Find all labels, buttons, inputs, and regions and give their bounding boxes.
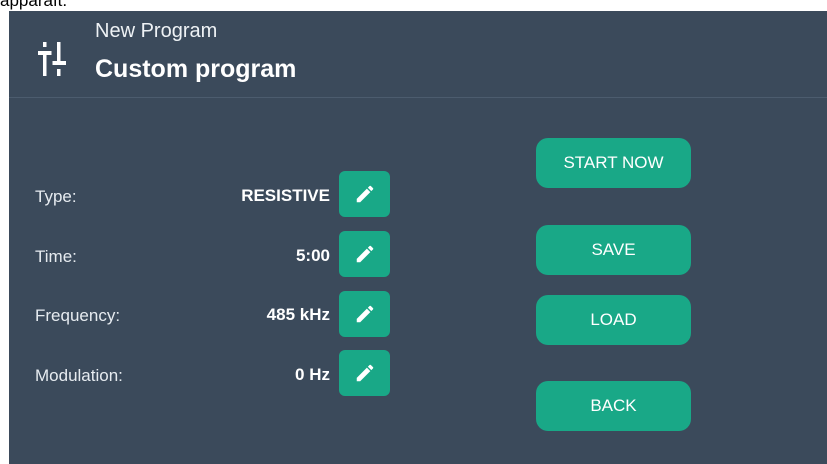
edit-modulation-button[interactable] bbox=[339, 350, 390, 396]
page-title: Custom program bbox=[95, 55, 297, 83]
edit-frequency-button[interactable] bbox=[339, 291, 390, 337]
time-value: 5:00 bbox=[295, 246, 330, 265]
modulation-label: Modulation: bbox=[35, 366, 123, 385]
edit-time-button[interactable] bbox=[339, 231, 390, 277]
pencil-icon bbox=[356, 245, 373, 263]
header-subtitle: New Program bbox=[95, 20, 218, 42]
start-now-button[interactable]: START NOW bbox=[536, 138, 691, 188]
program-screen: New Program Custom program Type: RESISTI… bbox=[9, 11, 827, 464]
time-label: Time: bbox=[35, 247, 77, 266]
header-divider bbox=[9, 97, 827, 98]
header: New Program Custom program bbox=[9, 11, 827, 97]
sliders-icon bbox=[38, 42, 66, 76]
modulation-value: 0 Hz bbox=[295, 365, 330, 384]
load-button[interactable]: LOAD bbox=[536, 295, 691, 345]
pencil-icon bbox=[356, 305, 373, 323]
type-label: Type: bbox=[35, 187, 77, 206]
frequency-label: Frequency: bbox=[35, 306, 121, 325]
save-button[interactable]: SAVE bbox=[536, 225, 691, 275]
type-value: RESISTIVE bbox=[241, 186, 330, 205]
back-button[interactable]: BACK bbox=[536, 381, 691, 431]
edit-type-button[interactable] bbox=[339, 171, 390, 217]
pencil-icon bbox=[356, 364, 373, 382]
pencil-icon bbox=[356, 185, 373, 203]
frequency-value: 485 kHz bbox=[266, 305, 330, 324]
cutoff-caption-text: apparaît. bbox=[0, 0, 68, 10]
